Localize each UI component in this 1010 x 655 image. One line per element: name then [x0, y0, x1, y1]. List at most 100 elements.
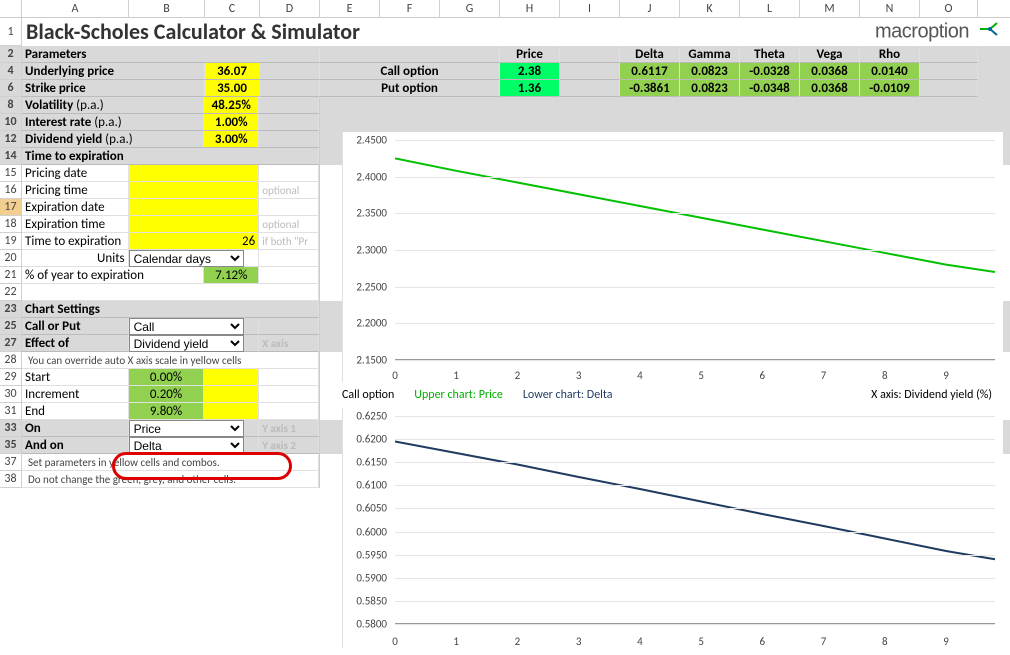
footer-line1: Set parameters in yellow cells and combo… [22, 454, 319, 471]
footer-line2: Do not change the green, grey, and other… [22, 471, 319, 488]
note-optional-2: optional [259, 216, 319, 233]
input-pricing-time2[interactable] [204, 182, 259, 199]
colhdr-J[interactable]: J [620, 0, 680, 17]
select-call-or-put[interactable]: Call [129, 318, 244, 335]
input-expiration-time2[interactable] [204, 216, 259, 233]
label-expiration-time: Expiration time [22, 216, 129, 233]
input-underlying-price[interactable]: 36.07 [205, 63, 260, 80]
value-end: 9.80% [129, 403, 205, 420]
legend-xaxis: X axis: Dividend yield (%) [871, 388, 992, 402]
rowhdr-28[interactable]: 28 [0, 352, 22, 369]
colhdr-K[interactable]: K [680, 0, 740, 17]
input-increment[interactable] [204, 386, 259, 403]
label-effect-of: Effect of [22, 335, 129, 352]
label-start: Start [22, 369, 129, 386]
rowhdr-12[interactable]: 12 [0, 131, 22, 148]
rowhdr-21[interactable]: 21 [0, 267, 22, 284]
hdr-price: Price [500, 46, 560, 63]
colhdr-G[interactable]: G [440, 0, 500, 17]
rowhdr-16[interactable]: 16 [0, 182, 22, 199]
rowhdr-2[interactable]: 2 [0, 46, 22, 63]
label-time-to-exp: Time to expiration [22, 233, 129, 250]
select-on[interactable]: Price [129, 420, 244, 437]
call-price: 2.38 [500, 63, 560, 80]
rowhdr-10[interactable]: 10 [0, 114, 22, 131]
select-effect-of[interactable]: Dividend yield [129, 335, 244, 352]
hdr-gamma: Gamma [680, 46, 740, 63]
rowhdr-1[interactable]: 1 [0, 18, 22, 46]
put-delta: -0.3861 [620, 80, 680, 97]
colhdr-M[interactable]: M [800, 0, 860, 17]
input-time-to-exp-value[interactable]: 26 [204, 233, 259, 250]
rowhdr-25[interactable]: 25 [0, 318, 22, 335]
rowhdr-35[interactable]: 35 [0, 437, 22, 454]
label-call-option: Call option [320, 63, 500, 80]
input-strike-price[interactable]: 35.00 [205, 80, 260, 97]
rowhdr-23[interactable]: 23 [0, 301, 22, 318]
colhdr-F[interactable]: F [380, 0, 440, 17]
input-pricing-date[interactable] [129, 165, 205, 182]
rowhdr-17[interactable]: 17 [0, 199, 22, 216]
note-yaxis2: Y axis 2 [259, 437, 319, 454]
rowhdr-30[interactable]: 30 [0, 386, 22, 403]
put-vega: 0.0368 [800, 80, 860, 97]
note-optional-1: optional [259, 182, 319, 199]
colhdr-C[interactable]: C [205, 0, 260, 17]
legend-lower: Lower chart: Delta [523, 388, 613, 402]
value-pct-year: 7.12% [204, 267, 259, 284]
colhdr-A[interactable]: A [22, 0, 129, 17]
column-headers: A B C D E F G H I J K L M N O [0, 0, 1010, 18]
select-and-on[interactable]: Delta [129, 437, 244, 454]
label-strike-price: Strike price [22, 80, 205, 97]
colhdr-D[interactable]: D [260, 0, 320, 17]
label-end: End [22, 403, 129, 420]
label-volatility: Volatility (p.a.) [22, 97, 204, 114]
colhdr-E[interactable]: E [320, 0, 380, 17]
input-end[interactable] [204, 403, 259, 420]
input-dividend-yield[interactable]: 3.00% [204, 131, 259, 148]
rowhdr-38[interactable]: 38 [0, 471, 22, 488]
input-pricing-time[interactable] [129, 182, 205, 199]
select-units[interactable]: Calendar days [129, 250, 244, 267]
rowhdr-4[interactable]: 4 [0, 63, 22, 80]
rowhdr-8[interactable]: 8 [0, 97, 22, 114]
rowhdr-33[interactable]: 33 [0, 420, 22, 437]
rowhdr-31[interactable]: 31 [0, 403, 22, 420]
colhdr-N[interactable]: N [860, 0, 920, 17]
input-time-to-exp[interactable] [129, 233, 205, 250]
rowhdr-6[interactable]: 6 [0, 80, 22, 97]
rowhdr-18[interactable]: 18 [0, 216, 22, 233]
rowhdr-15[interactable]: 15 [0, 165, 22, 182]
label-underlying-price: Underlying price [22, 63, 205, 80]
rowhdr-29[interactable]: 29 [0, 369, 22, 386]
rowhdr-14[interactable]: 14 [0, 148, 22, 165]
input-volatility[interactable]: 48.25% [204, 97, 259, 114]
colhdr-I[interactable]: I [560, 0, 620, 17]
logo: macroption [875, 20, 1000, 44]
hdr-delta: Delta [620, 46, 680, 63]
colhdr-O[interactable]: O [920, 0, 978, 17]
rowhdr-27[interactable]: 27 [0, 335, 22, 352]
input-expiration-date2[interactable] [204, 199, 259, 216]
label-interest-rate: Interest rate (p.a.) [22, 114, 204, 131]
rowhdr-22[interactable]: 22 [0, 284, 22, 301]
label-call-or-put: Call or Put [22, 318, 129, 335]
input-interest-rate[interactable]: 1.00% [204, 114, 259, 131]
rowhdr-20[interactable]: 20 [0, 250, 22, 267]
colhdr-H[interactable]: H [500, 0, 560, 17]
colhdr-L[interactable]: L [740, 0, 800, 17]
label-dividend-yield: Dividend yield (p.a.) [22, 131, 204, 148]
call-delta: 0.6117 [620, 63, 680, 80]
input-expiration-time[interactable] [129, 216, 205, 233]
note-yaxis1: Y axis 1 [259, 420, 319, 437]
rowhdr-37[interactable]: 37 [0, 454, 22, 471]
rowhdr-19[interactable]: 19 [0, 233, 22, 250]
chart-legend: Call option Upper chart: Price Lower cha… [342, 388, 1002, 402]
input-start[interactable] [204, 369, 259, 386]
put-theta: -0.0348 [740, 80, 800, 97]
colhdr-B[interactable]: B [129, 0, 205, 17]
label-increment: Increment [22, 386, 129, 403]
input-pricing-date2[interactable] [204, 165, 259, 182]
label-pricing-time: Pricing time [22, 182, 129, 199]
input-expiration-date[interactable] [129, 199, 205, 216]
